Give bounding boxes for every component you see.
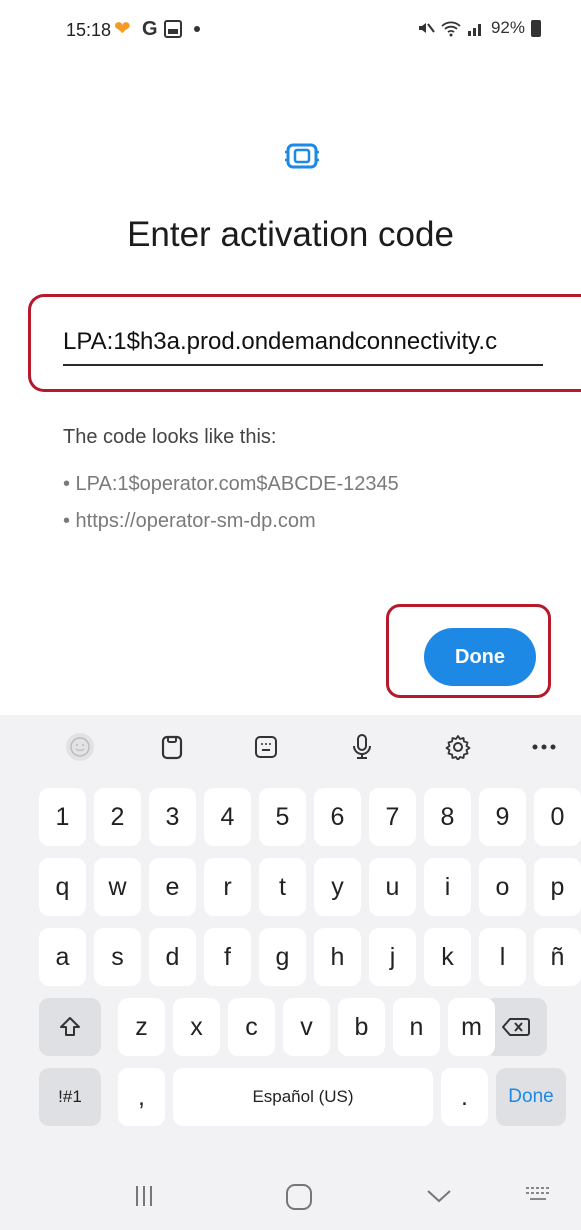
comma-key[interactable]: , <box>118 1068 165 1126</box>
letter-key[interactable]: s <box>94 928 141 986</box>
period-key[interactable]: . <box>441 1068 488 1126</box>
esim-icon <box>285 143 319 169</box>
status-bar: 15:18 ❤ G 92% <box>0 0 581 70</box>
emoji-icon[interactable] <box>60 727 100 767</box>
letter-key[interactable]: ñ <box>534 928 581 986</box>
number-key[interactable]: 1 <box>39 788 86 846</box>
number-key[interactable]: 2 <box>94 788 141 846</box>
hide-keyboard-icon[interactable] <box>425 1183 453 1209</box>
letter-key[interactable]: j <box>369 928 416 986</box>
letter-key[interactable]: u <box>369 858 416 916</box>
battery-icon <box>531 19 541 37</box>
keyboard: 1234567890 qwertyuiop asdfghjklñ zxcvbnm… <box>0 715 581 1230</box>
status-time: 15:18 <box>66 20 112 40</box>
letter-key[interactable]: l <box>479 928 526 986</box>
number-key[interactable]: 4 <box>204 788 251 846</box>
shift-icon <box>60 1017 80 1036</box>
number-key[interactable]: 7 <box>369 788 416 846</box>
more-notifications-icon <box>193 26 200 32</box>
keyboard-mode-icon[interactable] <box>246 727 286 767</box>
recent-apps-icon[interactable] <box>133 1183 155 1209</box>
symbols-key[interactable]: !#1 <box>39 1068 101 1126</box>
letter-key[interactable]: e <box>149 858 196 916</box>
shift-key[interactable] <box>39 998 101 1056</box>
letter-key[interactable]: g <box>259 928 306 986</box>
home-icon[interactable] <box>285 1183 313 1211</box>
letter-key[interactable]: t <box>259 858 306 916</box>
number-key[interactable]: 3 <box>149 788 196 846</box>
letter-key[interactable]: w <box>94 858 141 916</box>
microphone-icon[interactable] <box>342 727 382 767</box>
letter-key[interactable]: q <box>39 858 86 916</box>
number-key[interactable]: 5 <box>259 788 306 846</box>
space-key[interactable]: Español (US) <box>173 1068 433 1126</box>
letter-key[interactable]: m <box>448 998 495 1056</box>
hint-example-lpa: • LPA:1$operator.com$ABCDE-12345 <box>63 473 399 495</box>
letter-key[interactable]: i <box>424 858 471 916</box>
settings-gear-icon[interactable] <box>438 727 478 767</box>
letter-key[interactable]: n <box>393 998 440 1056</box>
letter-key[interactable]: z <box>118 998 165 1056</box>
letter-key[interactable]: a <box>39 928 86 986</box>
gallery-icon <box>163 20 182 38</box>
letter-key[interactable]: y <box>314 858 361 916</box>
letter-key[interactable]: o <box>479 858 526 916</box>
number-key[interactable]: 8 <box>424 788 471 846</box>
letter-key[interactable]: p <box>534 858 581 916</box>
clipboard-icon[interactable] <box>152 727 192 767</box>
number-key[interactable]: 6 <box>314 788 361 846</box>
letter-key[interactable]: d <box>149 928 196 986</box>
more-options-icon[interactable] <box>524 727 564 767</box>
hint-title: The code looks like this: <box>63 426 277 448</box>
google-icon: G <box>142 18 158 40</box>
signal-icon <box>467 24 481 36</box>
keyboard-toolbar <box>0 715 581 780</box>
app-notification-icon: ❤ <box>114 18 131 40</box>
letter-key[interactable]: x <box>173 998 220 1056</box>
letter-key[interactable]: b <box>338 998 385 1056</box>
activation-code-input[interactable] <box>63 320 543 366</box>
wifi-icon <box>441 21 461 37</box>
mute-icon <box>418 23 435 33</box>
notification-icons: ❤ G <box>114 18 200 40</box>
letter-key[interactable]: k <box>424 928 471 986</box>
page-title: Enter activation code <box>127 215 454 254</box>
letter-key[interactable]: h <box>314 928 361 986</box>
letter-key[interactable]: c <box>228 998 275 1056</box>
backspace-icon <box>502 1018 530 1036</box>
letter-key[interactable]: r <box>204 858 251 916</box>
navigation-bar <box>0 1165 581 1230</box>
battery-percent: 92% <box>490 18 525 37</box>
keyboard-switch-icon[interactable] <box>525 1183 551 1205</box>
done-button[interactable]: Done <box>424 628 536 686</box>
keyboard-done-key[interactable]: Done <box>496 1068 566 1126</box>
hint-example-url: • https://operator-sm-dp.com <box>63 510 316 532</box>
number-key[interactable]: 9 <box>479 788 526 846</box>
number-key[interactable]: 0 <box>534 788 581 846</box>
system-icons: 92% <box>417 18 541 38</box>
letter-key[interactable]: f <box>204 928 251 986</box>
letter-key[interactable]: v <box>283 998 330 1056</box>
